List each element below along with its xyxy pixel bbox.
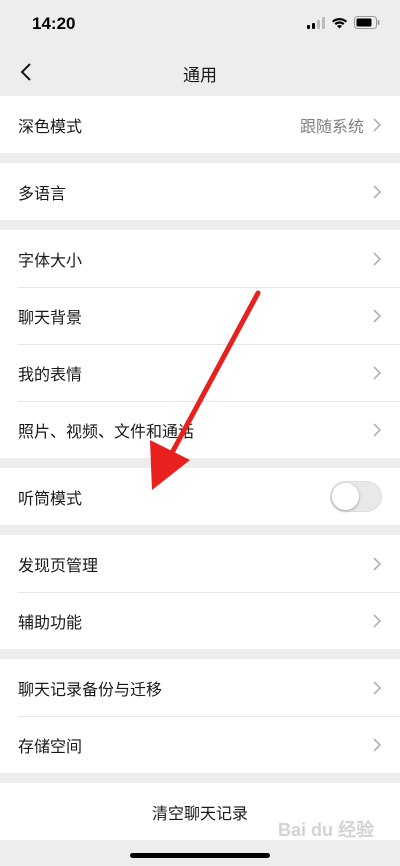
earpiece-mode-toggle[interactable] (330, 481, 382, 512)
stickers-row[interactable]: 我的表情 (0, 344, 400, 401)
wifi-icon (332, 17, 347, 28)
nav-bar: 通用 (0, 48, 400, 96)
chevron-right-icon (373, 117, 382, 132)
language-row[interactable]: 多语言 (0, 163, 400, 220)
font-size-row[interactable]: 字体大小 (0, 230, 400, 287)
settings-group-discover: 发现页管理 辅助功能 (0, 535, 400, 649)
discover-manage-row[interactable]: 发现页管理 (0, 535, 400, 592)
earpiece-mode-label: 听筒模式 (18, 488, 83, 508)
battery-icon (354, 16, 380, 29)
toggle-knob (332, 483, 359, 510)
watermark: Bai du 经验 (277, 820, 374, 840)
chevron-right-icon (373, 184, 382, 199)
settings-group-display: 深色模式 跟随系统 (0, 96, 400, 153)
signal-icon (307, 16, 325, 29)
chevron-right-icon (373, 308, 382, 323)
chevron-right-icon (373, 613, 382, 628)
accessibility-label: 辅助功能 (18, 612, 83, 632)
chat-background-row[interactable]: 聊天背景 (0, 287, 400, 344)
dark-mode-label: 深色模式 (18, 116, 83, 136)
page-title: 通用 (183, 66, 217, 86)
settings-group-storage: 聊天记录备份与迁移 存储空间 (0, 659, 400, 773)
stickers-label: 我的表情 (18, 364, 83, 384)
status-icons (307, 16, 380, 29)
settings-group-language: 多语言 (0, 163, 400, 220)
earpiece-mode-row: 听筒模式 (0, 468, 400, 525)
chat-background-label: 聊天背景 (18, 307, 83, 327)
font-size-label: 字体大小 (18, 250, 83, 270)
chat-backup-label: 聊天记录备份与迁移 (18, 679, 163, 699)
chevron-right-icon (373, 251, 382, 266)
chevron-right-icon (373, 365, 382, 380)
status-time: 14:20 (32, 14, 76, 33)
chevron-right-icon (373, 680, 382, 695)
status-bar: 14:20 (0, 0, 400, 48)
discover-manage-label: 发现页管理 (18, 555, 99, 575)
language-label: 多语言 (18, 183, 67, 203)
chevron-right-icon (373, 556, 382, 571)
chevron-right-icon (373, 737, 382, 752)
media-row[interactable]: 照片、视频、文件和通话 (0, 401, 400, 458)
dark-mode-value: 跟随系统 (299, 116, 364, 136)
accessibility-row[interactable]: 辅助功能 (0, 592, 400, 649)
chevron-right-icon (373, 422, 382, 437)
storage-label: 存储空间 (18, 736, 83, 756)
home-indicator (130, 853, 270, 858)
settings-group-chat: 字体大小 聊天背景 我的表情 照片、视频、文件和通话 (0, 230, 400, 458)
chat-backup-row[interactable]: 聊天记录备份与迁移 (0, 659, 400, 716)
media-label: 照片、视频、文件和通话 (18, 421, 195, 441)
settings-group-earpiece: 听筒模式 (0, 468, 400, 525)
clear-chat-history-label: 清空聊天记录 (151, 803, 248, 823)
storage-row[interactable]: 存储空间 (0, 716, 400, 773)
dark-mode-row[interactable]: 深色模式 跟随系统 (0, 96, 400, 153)
